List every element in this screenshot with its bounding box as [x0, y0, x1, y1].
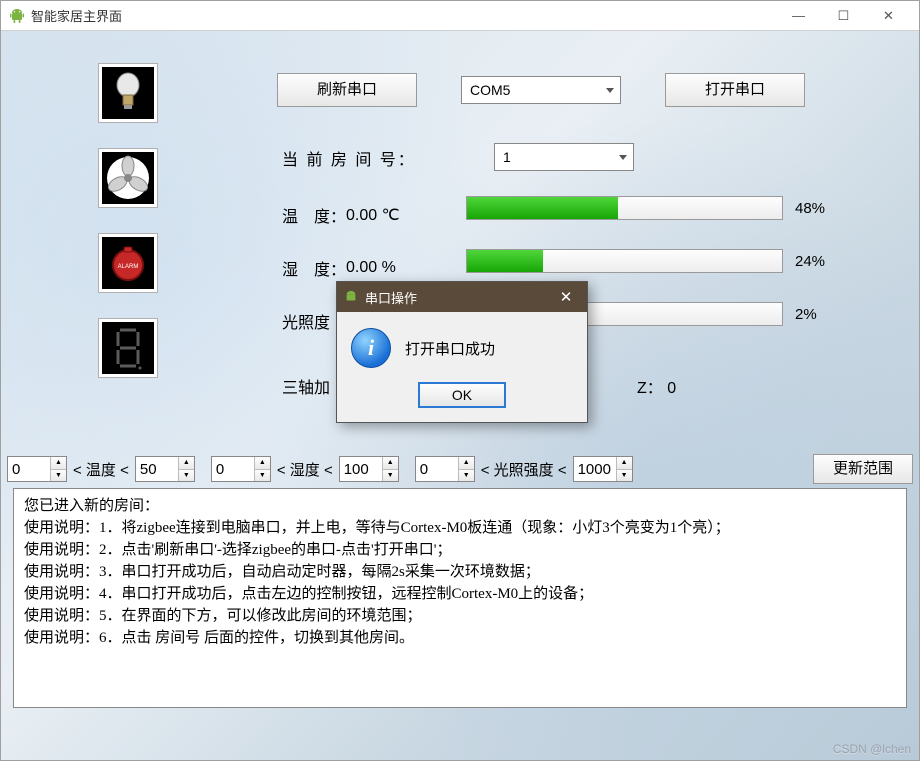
window-title: 智能家居主界面	[31, 6, 776, 25]
seven-segment-icon	[114, 326, 142, 370]
temp-range-label: < 温度 <	[73, 459, 129, 480]
humidity-progress-fill	[467, 250, 543, 272]
light-max-value: 1000	[574, 457, 616, 481]
temp-max-value: 50	[136, 457, 178, 481]
titlebar: 智能家居主界面 — ☐ ✕	[1, 1, 919, 31]
dialog-title: 串口操作	[365, 288, 417, 307]
device-column: ALARM	[99, 64, 157, 377]
dialog-ok-button[interactable]: OK	[418, 382, 506, 408]
dialog-titlebar: 串口操作 ✕	[337, 282, 587, 312]
chevron-down-icon	[606, 88, 614, 93]
svg-text:ALARM: ALARM	[118, 264, 139, 270]
fan-button[interactable]	[99, 149, 157, 207]
info-line: 使用说明：2．点击'刷新串口'-选择zigbee的串口-点击'打开串口'；	[24, 539, 896, 561]
humidity-progress	[466, 249, 783, 273]
humid-range-label: < 湿度 <	[277, 459, 333, 480]
refresh-port-button[interactable]: 刷新串口	[277, 73, 417, 107]
info-line: 您已进入新的房间：	[24, 495, 896, 517]
spin-up-icon[interactable]: ▲	[51, 457, 66, 470]
light-bulb-icon	[113, 71, 143, 115]
room-combo-value: 1	[503, 149, 511, 165]
spin-up-icon[interactable]: ▲	[459, 457, 474, 470]
dialog-close-button[interactable]: ✕	[551, 288, 581, 306]
spin-down-icon[interactable]: ▼	[51, 470, 66, 482]
dialog-app-icon	[343, 289, 359, 305]
temp-min-value: 0	[8, 457, 50, 481]
axis-row: 三轴加	[282, 374, 330, 398]
spin-down-icon[interactable]: ▼	[383, 470, 398, 482]
axis-z-value: 0	[667, 380, 676, 397]
room-combo[interactable]: 1	[494, 143, 634, 171]
light-min-spin[interactable]: 0 ▲▼	[415, 456, 475, 482]
info-line: 使用说明：4．串口打开成功后，点击左边的控制按钮，远程控制Cortex-M0上的…	[24, 583, 896, 605]
info-line: 使用说明：3．串口打开成功后，自动启动定时器，每隔2s采集一次环境数据；	[24, 561, 896, 583]
close-button[interactable]: ✕	[866, 1, 911, 30]
seven-segment-button[interactable]	[99, 319, 157, 377]
minimize-button[interactable]: —	[776, 1, 821, 30]
humidity-percent: 24%	[795, 253, 825, 270]
main-window: 智能家居主界面 — ☐ ✕	[0, 0, 920, 761]
info-line: 使用说明：6．点击 房间号 后面的控件，切换到其他房间。	[24, 627, 896, 649]
spin-up-icon[interactable]: ▲	[255, 457, 270, 470]
spin-down-icon[interactable]: ▼	[255, 470, 270, 482]
spin-up-icon[interactable]: ▲	[383, 457, 398, 470]
temp-max-spin[interactable]: 50 ▲▼	[135, 456, 195, 482]
spin-down-icon[interactable]: ▼	[459, 470, 474, 482]
humid-max-spin[interactable]: 100 ▲▼	[339, 456, 399, 482]
spin-down-icon[interactable]: ▼	[179, 470, 194, 482]
room-row: 当 前 房 间 号：	[282, 146, 460, 170]
info-line: 使用说明：1．将zigbee连接到电脑串口，并上电，等待与Cortex-M0板连…	[24, 517, 896, 539]
info-textarea[interactable]: 您已进入新的房间：使用说明：1．将zigbee连接到电脑串口，并上电，等待与Co…	[13, 488, 907, 708]
serial-dialog: 串口操作 ✕ i 打开串口成功 OK	[336, 281, 588, 423]
light-label: 光照度	[282, 309, 330, 333]
axis-label: 三轴加	[282, 374, 330, 398]
fan-icon	[105, 155, 151, 201]
update-range-button[interactable]: 更新范围	[813, 454, 913, 484]
light-min-value: 0	[416, 457, 458, 481]
info-line: 使用说明：5．在界面的下方，可以修改此房间的环境范围；	[24, 605, 896, 627]
open-port-button[interactable]: 打开串口	[665, 73, 805, 107]
spin-up-icon[interactable]: ▲	[179, 457, 194, 470]
alarm-icon: ALARM	[108, 243, 148, 283]
chevron-down-icon	[619, 155, 627, 160]
light-percent: 2%	[795, 306, 817, 323]
port-combo[interactable]: COM5	[461, 76, 621, 104]
light-max-spin[interactable]: 1000 ▲▼	[573, 456, 633, 482]
axis-z: Z： 0	[637, 374, 676, 398]
range-row: 0 ▲▼ < 温度 < 50 ▲▼ 0 ▲▼ < 湿度 < 100 ▲▼ 0 ▲…	[7, 454, 913, 484]
humid-min-value: 0	[212, 457, 254, 481]
temperature-row: 温 度： 0.00 ℃	[282, 203, 400, 227]
humidity-label: 湿 度：	[282, 256, 346, 280]
app-icon	[9, 8, 25, 24]
watermark: CSDN @lchen	[833, 742, 911, 756]
humidity-value: 0.00 %	[346, 259, 396, 277]
port-combo-value: COM5	[470, 82, 510, 98]
spin-down-icon[interactable]: ▼	[617, 470, 632, 482]
alarm-button[interactable]: ALARM	[99, 234, 157, 292]
dialog-message: 打开串口成功	[405, 338, 495, 359]
humid-max-value: 100	[340, 457, 382, 481]
temperature-percent: 48%	[795, 200, 825, 217]
humid-min-spin[interactable]: 0 ▲▼	[211, 456, 271, 482]
light-row: 光照度	[282, 309, 330, 333]
serial-controls: 刷新串口 COM5 打开串口	[277, 73, 805, 107]
temperature-value: 0.00 ℃	[346, 205, 400, 225]
light-bulb-button[interactable]	[99, 64, 157, 122]
temp-min-spin[interactable]: 0 ▲▼	[7, 456, 67, 482]
spin-up-icon[interactable]: ▲	[617, 457, 632, 470]
light-range-label: < 光照强度 <	[481, 459, 567, 480]
temperature-progress-fill	[467, 197, 618, 219]
info-icon: i	[351, 328, 391, 368]
axis-z-label: Z：	[637, 380, 663, 397]
temperature-label: 温 度：	[282, 203, 346, 227]
client-area: ALARM	[1, 31, 919, 760]
room-label: 当 前 房 间 号：	[282, 146, 460, 170]
window-controls: — ☐ ✕	[776, 1, 911, 30]
maximize-button[interactable]: ☐	[821, 1, 866, 30]
humidity-row: 湿 度： 0.00 %	[282, 256, 396, 280]
temperature-progress	[466, 196, 783, 220]
